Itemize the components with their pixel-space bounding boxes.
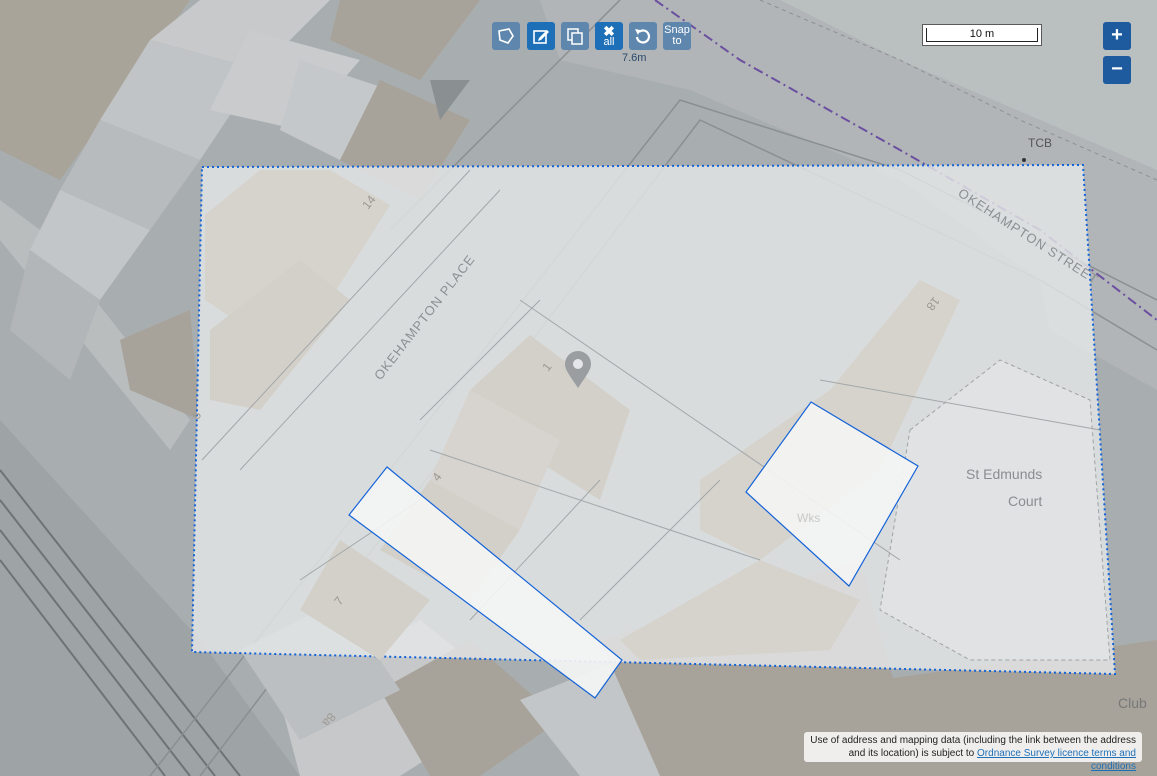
zoom-out-button[interactable]: − xyxy=(1103,56,1131,84)
attribution-text: and its location) is subject to xyxy=(848,748,975,759)
snap-to-button[interactable]: Snap to xyxy=(663,22,691,50)
map-canvas[interactable]: OKEHAMPTON PLACE OKEHAMPTON STREET TCB S… xyxy=(0,0,1157,776)
attribution-line2: and its location) is subject to Ordnance… xyxy=(810,747,1136,773)
cross-icon: ✖ xyxy=(603,22,615,39)
attribution-line1: Use of address and mapping data (includi… xyxy=(810,735,1136,746)
undo-icon xyxy=(635,29,651,44)
clear-all-button[interactable]: ✖ all xyxy=(595,22,623,50)
undo-button[interactable] xyxy=(629,22,657,50)
attribution-notice: Use of address and mapping data (includi… xyxy=(804,732,1142,772)
label-court: Court xyxy=(1008,493,1042,509)
edit-button[interactable] xyxy=(527,22,555,50)
edit-icon xyxy=(533,30,549,44)
label-st-edmunds: St Edmunds xyxy=(966,466,1042,482)
tcb-marker xyxy=(1022,158,1026,162)
os-licence-link[interactable]: Ordnance Survey licence terms and condit… xyxy=(977,748,1136,772)
draw-polygon-button[interactable] xyxy=(492,22,520,50)
measurement-readout: 7.6m xyxy=(622,52,647,64)
label-tcb: TCB xyxy=(1028,136,1052,150)
copy-icon xyxy=(567,28,583,45)
scale-bar: 10 m xyxy=(922,24,1042,46)
zoom-in-button[interactable]: + xyxy=(1103,22,1131,50)
label-club: Club xyxy=(1118,695,1147,711)
copy-button[interactable] xyxy=(561,22,589,50)
snap-to-label: to xyxy=(672,35,682,47)
polygon-icon xyxy=(498,28,514,44)
label-wks: Wks xyxy=(797,511,820,525)
scale-bar-label: 10 m xyxy=(969,28,995,40)
clear-all-label: all xyxy=(603,35,615,48)
